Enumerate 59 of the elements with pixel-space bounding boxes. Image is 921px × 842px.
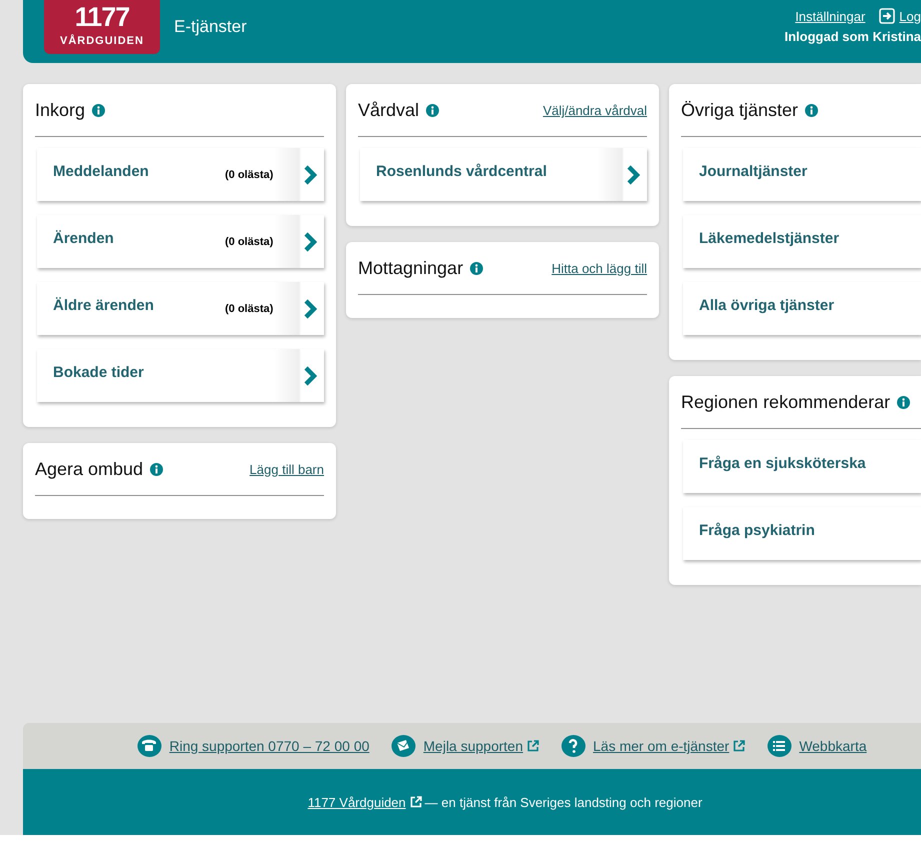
row-label: Fråga psykiatrin: [699, 522, 815, 538]
info-icon[interactable]: [470, 262, 484, 275]
settings-link[interactable]: Inställningar: [795, 8, 866, 24]
service-row[interactable]: Bokade tider: [37, 349, 324, 402]
service-row[interactable]: Alla övriga tjänster: [683, 282, 921, 335]
unread-count: (0 olästa): [225, 168, 274, 180]
service-row[interactable]: Journaltjänster: [683, 148, 921, 201]
chevron-icon: [627, 164, 640, 184]
service-row[interactable]: Äldre ärenden (0 olästa): [37, 282, 324, 335]
card-title: Agera ombud: [35, 459, 144, 480]
support-link[interactable]: Webbkarta: [799, 738, 867, 754]
chevron-icon: [304, 366, 317, 386]
row-label: Journaltjänster: [699, 162, 808, 180]
page-title: E-tjänster: [174, 17, 247, 37]
logout-link[interactable]: Log: [899, 8, 921, 24]
info-icon[interactable]: [897, 396, 910, 409]
footer-text: — en tjänst från Sveriges landsting och regioner: [424, 794, 702, 810]
card-title: Mottagningar: [358, 258, 464, 279]
row-label: Bokade tider: [53, 364, 144, 380]
unread-count: (0 olästa): [225, 236, 274, 248]
info-icon[interactable]: [150, 463, 164, 476]
row-label: Fråga en sjuksköterska: [699, 454, 866, 472]
card-title: Regionen rekommenderar: [681, 392, 890, 413]
footer-link[interactable]: 1177 Vårdguiden: [308, 794, 406, 810]
support-link[interactable]: Ring supporten 0770 – 72 00 00: [169, 738, 370, 754]
service-row[interactable]: Meddelanden (0 olästa): [37, 148, 324, 201]
chevron-icon: [304, 232, 317, 252]
row-label: Meddelanden: [53, 162, 149, 180]
service-row[interactable]: Fråga en sjuksköterska: [683, 440, 921, 493]
card-title: Övriga tjänster: [681, 100, 798, 121]
service-row[interactable]: Ärenden (0 olästa): [37, 215, 324, 268]
service-row[interactable]: Läkemedelstjänster: [683, 215, 921, 268]
service-row[interactable]: Rosenlunds vårdcentral: [360, 148, 647, 201]
row-label: Äldre ärenden: [53, 296, 154, 314]
info-icon[interactable]: [426, 104, 440, 117]
envelope-icon: [391, 734, 418, 758]
card-link[interactable]: Hitta och lägg till: [552, 261, 647, 276]
card-link[interactable]: Välj/ändra vårdval: [542, 103, 647, 118]
row-label: Läkemedelstjänster: [699, 230, 840, 246]
logo[interactable]: 1177 VÅRDGUIDEN: [44, 0, 160, 54]
row-label: Rosenlunds vårdcentral: [376, 162, 547, 180]
card-link[interactable]: Lägg till barn: [250, 462, 324, 477]
row-label: Alla övriga tjänster: [699, 296, 834, 314]
card-title: Vårdval: [358, 100, 420, 121]
question-icon: [561, 734, 588, 758]
support-link[interactable]: Läs mer om e-tjänster: [593, 738, 730, 754]
card-title: Inkorg: [35, 100, 86, 121]
service-row[interactable]: Fråga psykiatrin: [683, 507, 921, 560]
chevron-icon: [304, 164, 317, 184]
logged-in-user: Inloggad som Kristina: [784, 29, 921, 44]
support-link[interactable]: Mejla supporten: [423, 738, 524, 754]
row-label: Ärenden: [53, 230, 114, 246]
list-icon: [767, 734, 794, 758]
info-icon[interactable]: [805, 104, 818, 117]
phone-icon: [137, 734, 164, 758]
info-icon[interactable]: [92, 104, 106, 117]
chevron-icon: [304, 298, 317, 318]
unread-count: (0 olästa): [225, 302, 274, 314]
logout-icon: [879, 8, 896, 24]
